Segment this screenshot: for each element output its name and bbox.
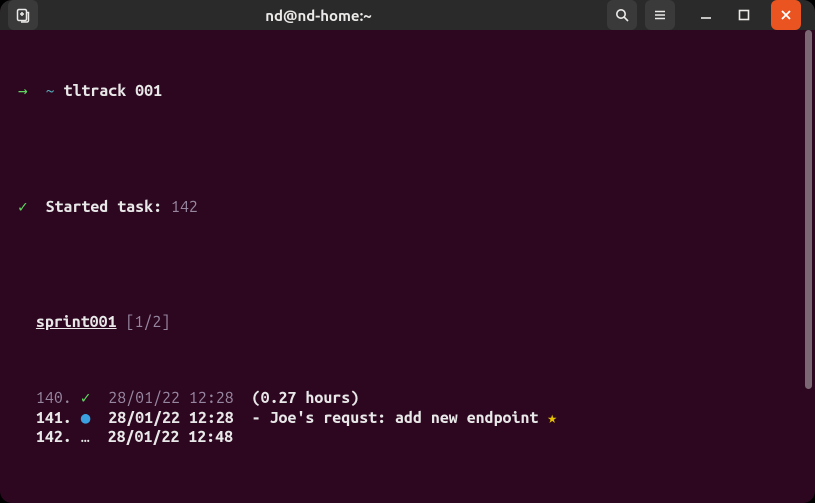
sprint-header: sprint001 [1/2] <box>18 313 797 332</box>
prompt-line: → ~ tltrack 001 <box>18 82 797 101</box>
task-row: 142. … 28/01/22 12:48 <box>18 428 797 447</box>
new-tab-button[interactable] <box>8 0 38 30</box>
task-detail: (0.27 hours) <box>252 389 360 407</box>
prompt-cwd: ~ <box>46 82 55 100</box>
task-date: 28/01/22 12:28 <box>108 409 233 427</box>
search-button[interactable] <box>607 0 637 30</box>
window-title: nd@nd-home:~ <box>265 7 371 24</box>
maximize-button[interactable] <box>733 4 755 26</box>
task-date: 28/01/22 12:28 <box>108 389 233 407</box>
scrollbar-thumb[interactable] <box>805 30 812 389</box>
prompt-arrow-icon: → <box>18 82 28 100</box>
sprint-name: sprint001 <box>36 313 117 331</box>
started-line: ✓ Started task: 142 <box>18 198 797 217</box>
task-date: 28/01/22 12:48 <box>108 428 233 446</box>
titlebar: nd@nd-home:~ <box>0 0 815 30</box>
task-detail: - Joe's requst: add new endpoint <box>252 409 539 427</box>
terminal-body[interactable]: → ~ tltrack 001 ✓ Started task: 142 spri… <box>0 30 815 503</box>
started-id: 142 <box>171 198 198 216</box>
star-icon: ★ <box>538 409 557 427</box>
sprint-count: [1/2] <box>126 313 171 331</box>
minimize-button[interactable] <box>695 4 717 26</box>
command-text: tltrack 001 <box>64 82 163 100</box>
task-status-icon: ● <box>81 409 91 427</box>
menu-button[interactable] <box>645 0 675 30</box>
task-row: 141. ● 28/01/22 12:28 - Joe's requst: ad… <box>18 409 797 428</box>
terminal-window: nd@nd-home:~ <box>0 0 815 503</box>
task-status-icon: ✓ <box>81 389 91 407</box>
close-button[interactable] <box>771 0 801 30</box>
check-icon: ✓ <box>18 198 28 216</box>
started-label: Started task: <box>46 198 162 216</box>
task-row: 140. ✓ 28/01/22 12:28 (0.27 hours) <box>18 389 797 408</box>
task-num: 142. <box>36 428 72 446</box>
task-num: 140. <box>36 389 72 407</box>
task-status-icon: … <box>81 428 90 446</box>
task-num: 141. <box>36 409 72 427</box>
